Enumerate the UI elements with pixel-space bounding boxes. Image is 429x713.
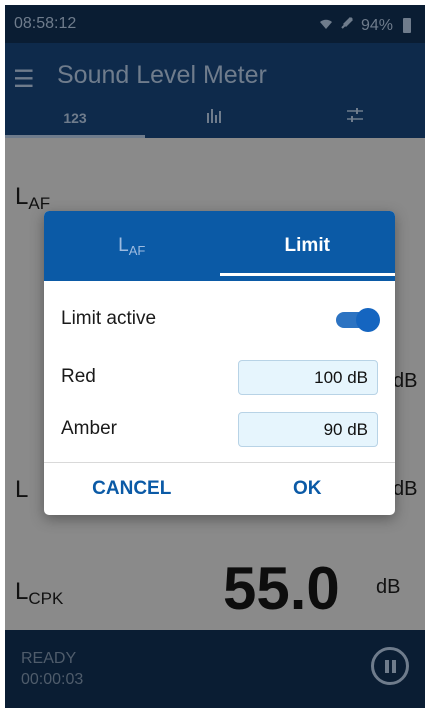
amber-row: Amber 90 dB xyxy=(61,409,378,449)
reading-value-lcpk: 55.0 xyxy=(223,555,340,622)
wifi-icon xyxy=(319,17,333,35)
cancel-button[interactable]: CANCEL xyxy=(44,463,220,515)
bottom-bar: READY 00:00:03 xyxy=(5,630,425,708)
tab-chart[interactable] xyxy=(145,101,285,138)
app-title: Sound Level Meter xyxy=(57,61,267,89)
reading-label-laf: LAF xyxy=(15,183,51,213)
status-time: 08:58:12 xyxy=(14,15,77,32)
reading-unit-lcpk: dB xyxy=(376,576,401,598)
app-bar: ☰ Sound Level Meter 123 xyxy=(5,43,425,138)
app-window: 08:58:12 94% ☰ Sound Level Meter 123 LAF… xyxy=(5,5,425,708)
tab-settings[interactable] xyxy=(285,101,425,138)
reading-label-2: L xyxy=(15,476,29,503)
reading-unit-laf: dB xyxy=(393,370,418,392)
active-tab-indicator xyxy=(219,273,395,276)
reading-label-lcpk: LCPK xyxy=(15,578,64,608)
amber-limit-field[interactable]: 90 dB xyxy=(238,411,378,447)
limit-dialog: LAF Limit Limit active Red 100 dB Amber … xyxy=(44,211,395,515)
main-tabs: 123 xyxy=(5,101,425,138)
red-label: Red xyxy=(61,366,96,387)
pause-icon[interactable] xyxy=(371,647,409,685)
status-text: READY xyxy=(21,650,77,667)
battery-icon xyxy=(403,18,411,33)
limit-active-label: Limit active xyxy=(61,308,157,329)
bars-chart-icon xyxy=(206,109,224,126)
status-icons: 94% xyxy=(319,15,411,36)
status-bar: 08:58:12 94% xyxy=(5,5,425,43)
dialog-actions: CANCEL OK xyxy=(44,463,395,515)
reading-unit-2: dB xyxy=(393,478,418,500)
sliders-icon xyxy=(346,108,364,126)
dialog-tabs: LAF Limit xyxy=(44,211,395,281)
ok-button[interactable]: OK xyxy=(220,463,396,515)
no-signal-icon xyxy=(339,15,355,36)
limit-active-toggle[interactable] xyxy=(334,306,380,332)
amber-label: Amber xyxy=(61,418,117,439)
red-limit-field[interactable]: 100 dB xyxy=(238,359,378,395)
dialog-tab-laf[interactable]: LAF xyxy=(44,211,220,281)
battery-percent: 94% xyxy=(360,16,393,34)
red-row: Red 100 dB xyxy=(61,357,378,397)
limit-active-row: Limit active xyxy=(61,299,380,339)
hamburger-menu-icon[interactable]: ☰ xyxy=(13,65,35,94)
tab-numeric[interactable]: 123 xyxy=(5,101,145,138)
dialog-tab-limit[interactable]: Limit xyxy=(219,211,395,281)
elapsed-time: 00:00:03 xyxy=(21,671,84,688)
measurement-status: READY 00:00:03 xyxy=(21,648,83,690)
